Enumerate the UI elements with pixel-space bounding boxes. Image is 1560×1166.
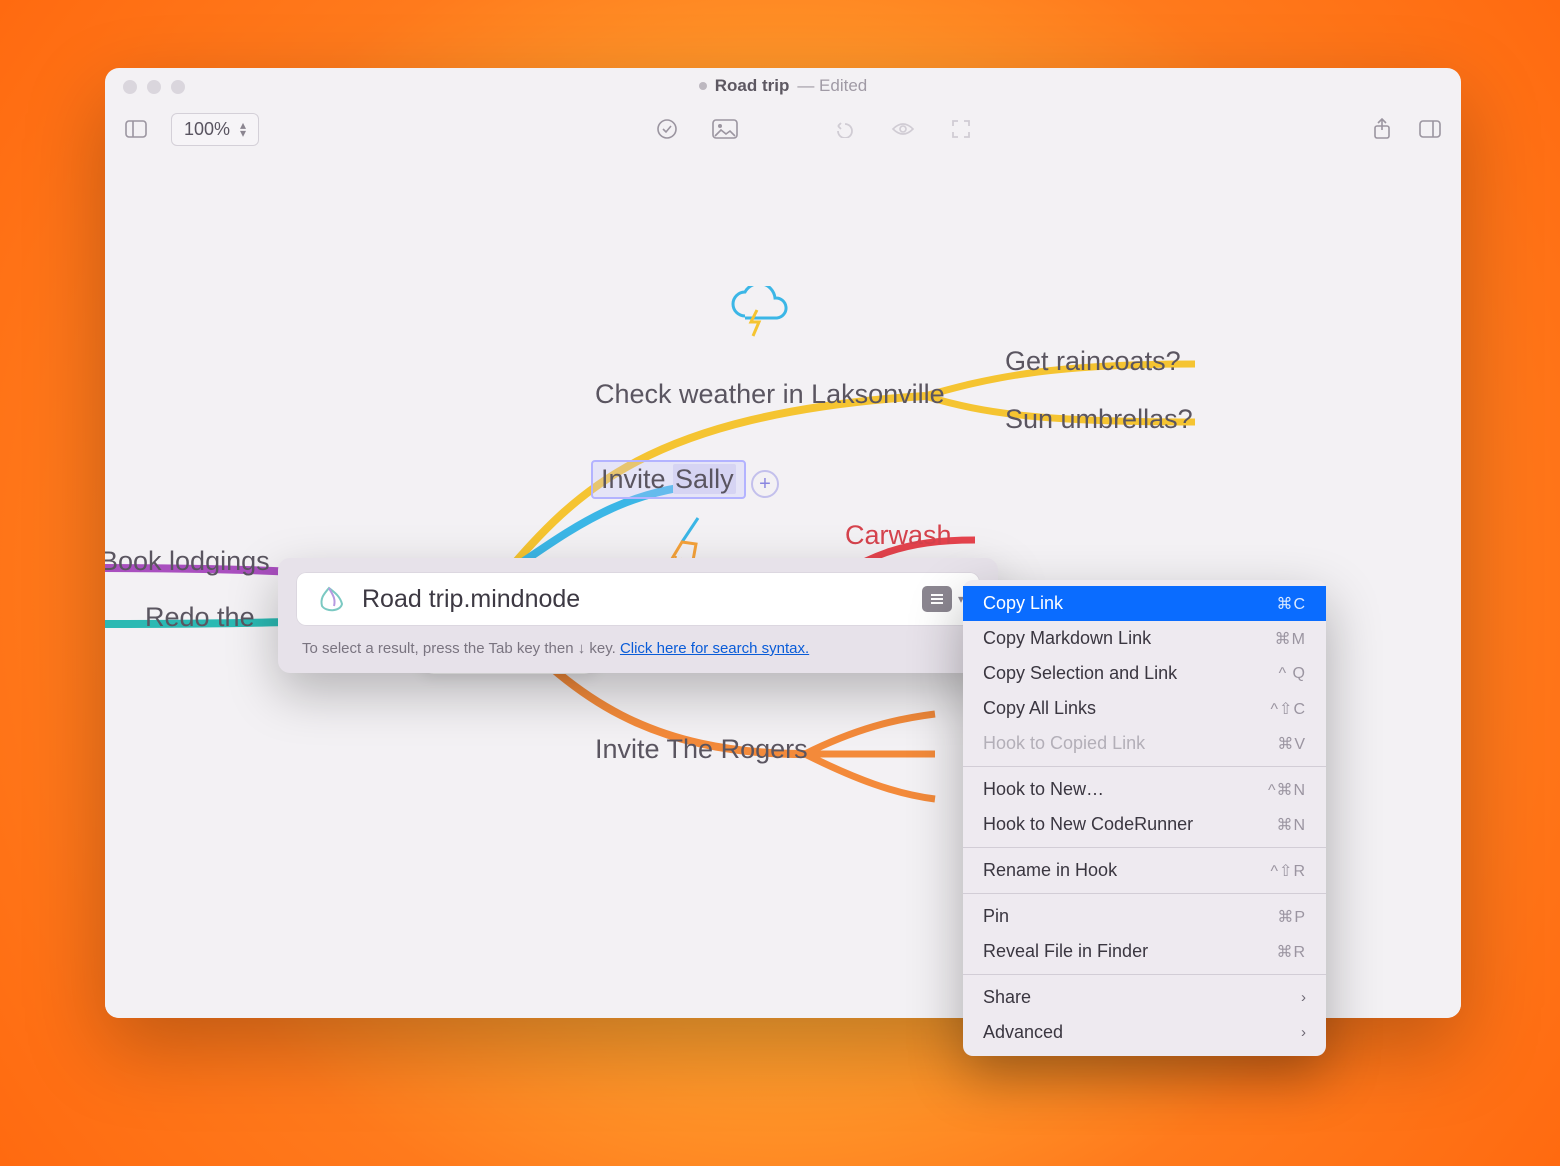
search-hint: To select a result, press the Tab key th… <box>296 626 980 659</box>
document-modified-icon <box>699 82 707 90</box>
fullscreen-icon[interactable] <box>948 118 974 140</box>
node-invite-sally[interactable]: Invite Sally <box>591 460 746 499</box>
menu-item-label: Copy Markdown Link <box>983 628 1151 649</box>
checkmark-circle-icon[interactable] <box>654 118 680 140</box>
menu-item: Hook to Copied Link ⌘V <box>963 726 1326 761</box>
menu-item-label: Hook to New CodeRunner <box>983 814 1193 835</box>
context-menu: Copy Link ⌘C Copy Markdown Link ⌘M Copy Sele… <box>963 580 1326 1056</box>
menu-item-shortcut: ⌘M <box>1275 629 1306 649</box>
menu-item-shortcut: ⌘C <box>1276 594 1306 614</box>
menu-item-shortcut: ^⇧C <box>1271 699 1306 719</box>
node-get-raincoats[interactable]: Get raincoats? <box>1005 346 1181 377</box>
menu-item[interactable]: Copy All Links ^⇧C <box>963 691 1326 726</box>
menu-item[interactable]: Copy Markdown Link ⌘M <box>963 621 1326 656</box>
menu-item[interactable]: Hook to New CodeRunner ⌘N <box>963 807 1326 842</box>
menu-item-label: Rename in Hook <box>983 860 1117 881</box>
storm-cloud-icon <box>725 286 795 347</box>
search-action-list-button[interactable] <box>922 586 952 612</box>
close-window-button[interactable] <box>123 80 137 94</box>
minimize-window-button[interactable] <box>147 80 161 94</box>
menu-item[interactable]: Reveal File in Finder ⌘R <box>963 934 1326 969</box>
eye-icon[interactable] <box>890 118 916 140</box>
menu-separator <box>963 847 1326 848</box>
node-text-prefix: Invite <box>601 464 673 494</box>
menu-item[interactable]: Copy Selection and Link ^ Q <box>963 656 1326 691</box>
menu-item-shortcut: ⌘V <box>1277 734 1306 754</box>
undo-icon[interactable] <box>832 118 858 140</box>
search-hint-text: To select a result, press the Tab key th… <box>302 640 620 657</box>
menu-separator <box>963 974 1326 975</box>
share-icon[interactable] <box>1369 118 1395 140</box>
menu-item-label: Copy Selection and Link <box>983 663 1177 684</box>
plus-icon: + <box>759 473 771 496</box>
menu-item-label: Hook to New… <box>983 779 1104 800</box>
image-icon[interactable] <box>712 118 738 140</box>
menu-item[interactable]: Share › <box>963 980 1326 1015</box>
node-sun-umbrellas[interactable]: Sun umbrellas? <box>1005 404 1193 435</box>
window-title: Road trip — Edited <box>699 76 868 96</box>
sidebar-toggle-button[interactable] <box>123 118 149 140</box>
menu-item[interactable]: Copy Link ⌘C <box>963 586 1326 621</box>
menu-separator <box>963 893 1326 894</box>
menu-item-label: Pin <box>983 906 1009 927</box>
search-result-actions: ▾ <box>922 586 964 612</box>
inspector-toggle-icon[interactable] <box>1417 118 1443 140</box>
hook-search-popup: Road trip.mindnode ▾ To select a result,… <box>278 558 998 673</box>
menu-item-shortcut: ^ Q <box>1279 665 1306 683</box>
chevron-right-icon: › <box>1301 1024 1306 1041</box>
node-carwash[interactable]: Carwash <box>845 520 952 551</box>
document-title: Road trip <box>715 76 790 96</box>
zoom-stepper-icon: ▴▾ <box>240 121 246 137</box>
node-text-selected: Sally <box>673 464 736 494</box>
menu-item-label: Copy All Links <box>983 698 1096 719</box>
menu-item-label: Hook to Copied Link <box>983 733 1145 754</box>
menu-item[interactable]: Hook to New… ^⌘N <box>963 772 1326 807</box>
menu-item-label: Reveal File in Finder <box>983 941 1148 962</box>
search-result-row[interactable]: Road trip.mindnode ▾ <box>296 572 980 626</box>
menu-item-shortcut: ^⌘N <box>1268 780 1306 800</box>
menu-item-shortcut: ⌘P <box>1277 907 1306 927</box>
zoom-window-button[interactable] <box>171 80 185 94</box>
menu-item-shortcut: ⌘R <box>1276 942 1306 962</box>
menu-item[interactable]: Rename in Hook ^⇧R <box>963 853 1326 888</box>
node-book-lodgings[interactable]: Book lodgings <box>105 546 270 577</box>
node-invite-rogers[interactable]: Invite The Rogers <box>595 734 808 765</box>
menu-item-label: Advanced <box>983 1022 1063 1043</box>
search-syntax-link[interactable]: Click here for search syntax. <box>620 640 809 657</box>
traffic-lights <box>123 80 185 94</box>
menu-separator <box>963 766 1326 767</box>
add-child-button[interactable]: + <box>751 470 779 498</box>
titlebar: Road trip — Edited <box>105 68 1461 104</box>
zoom-selector[interactable]: 100% ▴▾ <box>171 113 259 146</box>
document-edited-label: — Edited <box>797 76 867 96</box>
node-check-weather[interactable]: Check weather in Laksonville <box>595 379 945 410</box>
menu-item-shortcut: ^⇧R <box>1271 861 1306 881</box>
search-result-filename: Road trip.mindnode <box>362 585 906 614</box>
menu-item[interactable]: Pin ⌘P <box>963 899 1326 934</box>
menu-item-label: Copy Link <box>983 593 1063 614</box>
menu-item-shortcut: ⌘N <box>1276 815 1306 835</box>
menu-item-label: Share <box>983 987 1031 1008</box>
file-app-icon <box>312 582 346 616</box>
chevron-right-icon: › <box>1301 989 1306 1006</box>
zoom-value: 100% <box>184 119 230 140</box>
node-redo-the[interactable]: Redo the <box>145 602 255 633</box>
menu-item[interactable]: Advanced › <box>963 1015 1326 1050</box>
toolbar: 100% ▴▾ <box>105 104 1461 154</box>
